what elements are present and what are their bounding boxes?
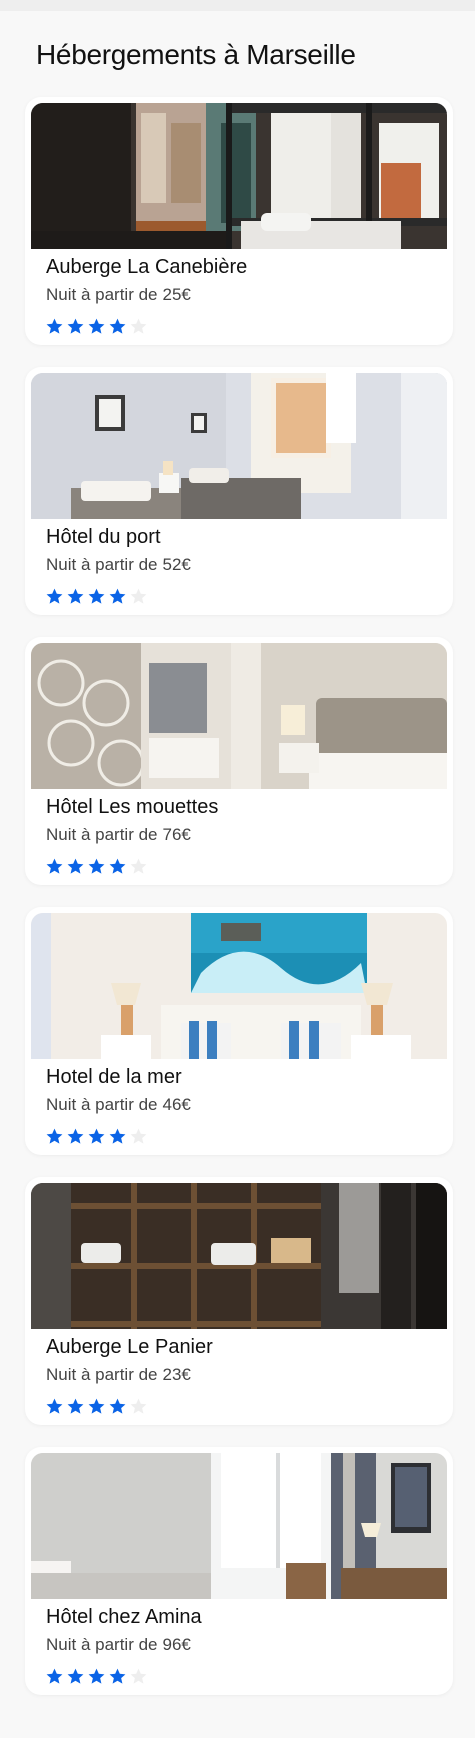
price-value: 46€ [162,1095,191,1114]
star-filled-icon [88,1128,105,1144]
hotel-name[interactable]: Auberge La Canebière [46,256,247,279]
rating-stars [45,1127,148,1147]
hotel-card[interactable]: Hôtel du port Nuit à partir de 52€ [25,367,453,615]
star-empty-icon [130,318,147,334]
rating-stars [45,317,148,337]
star-empty-icon [130,588,147,604]
price-value: 25€ [162,285,191,304]
star-empty-icon [130,1128,147,1144]
star-filled-icon [67,1668,84,1684]
hotel-photo-image [31,103,447,249]
hotel-photo-image [31,1183,447,1329]
hotel-photo-image [31,373,447,519]
star-empty-icon [130,858,147,874]
rating-stars [45,857,148,877]
star-empty-icon [130,1668,147,1684]
hotel-photo-image [31,643,447,789]
hotel-photo[interactable] [31,373,447,519]
star-filled-icon [46,858,63,874]
price-label: Nuit à partir de [46,1095,158,1114]
star-filled-icon [67,588,84,604]
star-filled-icon [88,588,105,604]
hotel-card[interactable]: Auberge Le Panier Nuit à partir de 23€ [25,1177,453,1425]
star-filled-icon [46,588,63,604]
hotel-name[interactable]: Auberge Le Panier [46,1336,213,1359]
rating-stars [45,1397,148,1417]
hotel-price: Nuit à partir de 46€ [46,1095,191,1115]
star-filled-icon [109,858,126,874]
star-filled-icon [46,318,63,334]
hotel-card[interactable]: Hôtel Les mouettes Nuit à partir de 76€ [25,637,453,885]
star-filled-icon [109,1128,126,1144]
star-filled-icon [109,588,126,604]
hotel-name[interactable]: Hôtel chez Amina [46,1606,202,1629]
hotel-photo-image [31,913,447,1059]
star-filled-icon [109,1398,126,1414]
hotel-photo[interactable] [31,643,447,789]
hotel-price: Nuit à partir de 52€ [46,555,191,575]
rating-stars [45,587,148,607]
hotel-photo[interactable] [31,1183,447,1329]
hotel-card[interactable]: Hôtel chez Amina Nuit à partir de 96€ [25,1447,453,1695]
status-bar [0,0,475,11]
star-filled-icon [46,1128,63,1144]
hotel-photo[interactable] [31,103,447,249]
star-filled-icon [109,318,126,334]
star-filled-icon [88,318,105,334]
price-value: 52€ [162,555,191,574]
price-label: Nuit à partir de [46,825,158,844]
star-filled-icon [67,1398,84,1414]
star-filled-icon [67,858,84,874]
hotel-list: Auberge La Canebière Nuit à partir de 25€ [0,79,475,1695]
star-filled-icon [67,1128,84,1144]
hotel-price: Nuit à partir de 96€ [46,1635,191,1655]
hotel-name[interactable]: Hotel de la mer [46,1066,182,1089]
page: Hébergements à Marseille Auberge La Cane… [0,11,475,1695]
page-title: Hébergements à Marseille [36,39,356,70]
hotel-name[interactable]: Hôtel Les mouettes [46,796,218,819]
price-label: Nuit à partir de [46,285,158,304]
hotel-photo-image [31,1453,447,1599]
star-filled-icon [46,1668,63,1684]
hotel-price: Nuit à partir de 25€ [46,285,191,305]
star-filled-icon [109,1668,126,1684]
hotel-name[interactable]: Hôtel du port [46,526,161,549]
hotel-card[interactable]: Hotel de la mer Nuit à partir de 46€ [25,907,453,1155]
hotel-price: Nuit à partir de 76€ [46,825,191,845]
price-label: Nuit à partir de [46,1635,158,1654]
star-empty-icon [130,1398,147,1414]
rating-stars [45,1667,148,1687]
star-filled-icon [88,1668,105,1684]
star-filled-icon [67,318,84,334]
price-label: Nuit à partir de [46,1365,158,1384]
hotel-card[interactable]: Auberge La Canebière Nuit à partir de 25€ [25,97,453,345]
price-value: 96€ [162,1635,191,1654]
star-filled-icon [46,1398,63,1414]
hotel-price: Nuit à partir de 23€ [46,1365,191,1385]
price-value: 76€ [162,825,191,844]
hotel-photo[interactable] [31,913,447,1059]
price-label: Nuit à partir de [46,555,158,574]
price-value: 23€ [162,1365,191,1384]
hotel-photo[interactable] [31,1453,447,1599]
star-filled-icon [88,1398,105,1414]
star-filled-icon [88,858,105,874]
